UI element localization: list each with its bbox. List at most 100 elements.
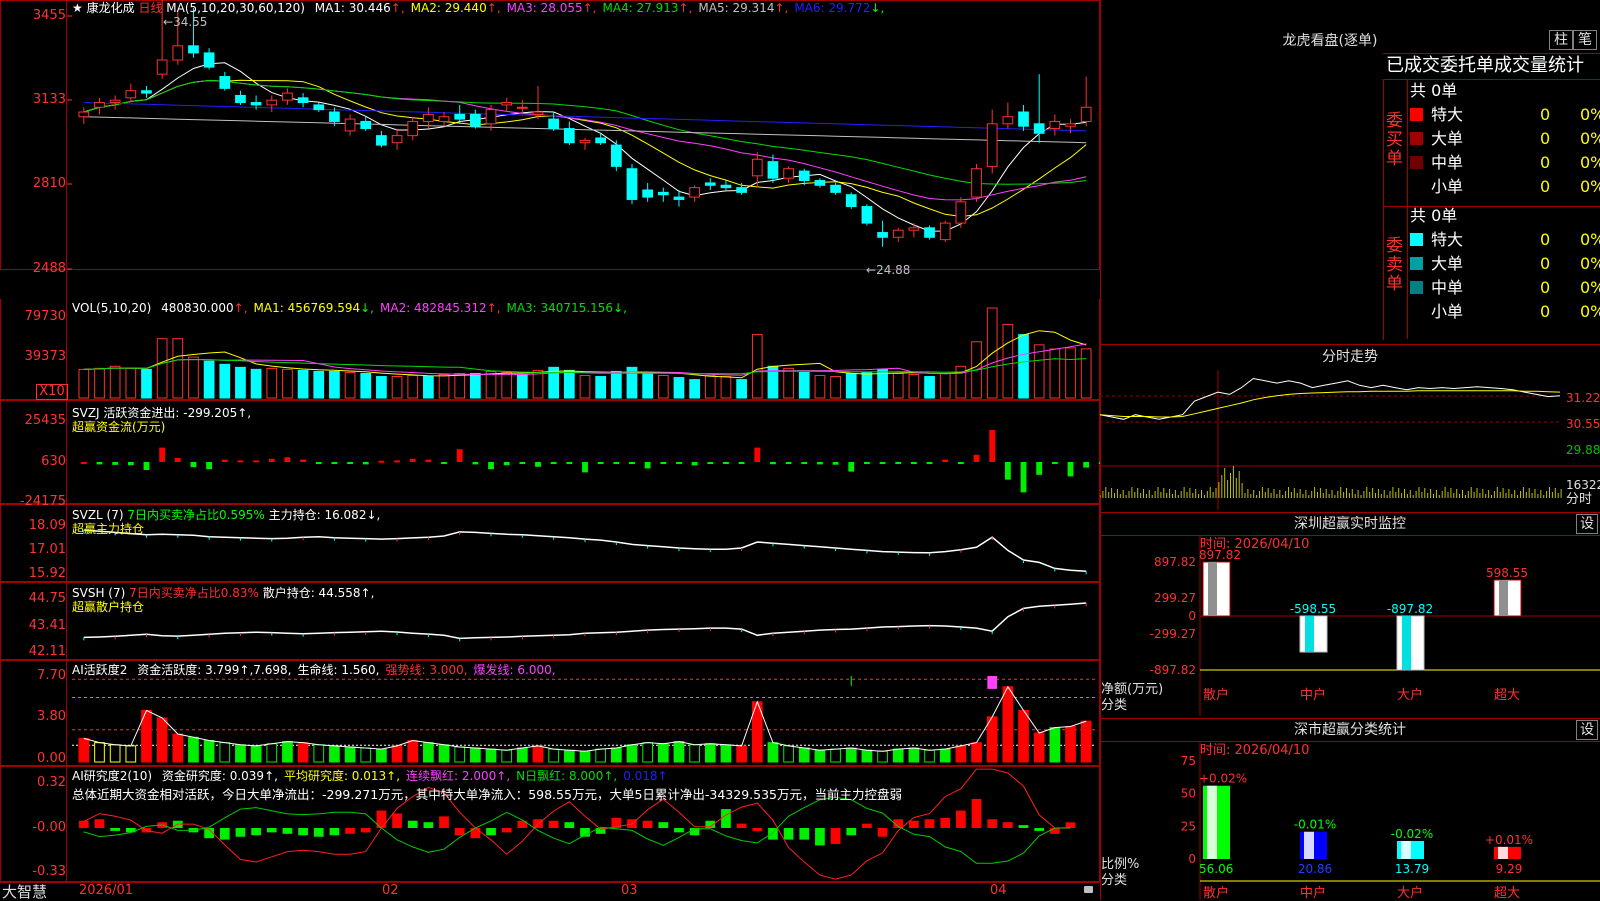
ai2-bar (407, 820, 418, 828)
sz-settings-button[interactable]: 设 (1576, 514, 1598, 534)
fenshi-axis-2: 30.55 (1566, 417, 1600, 431)
ai1-bar (109, 744, 121, 763)
svsh-header: SVSH (7) 7日内买卖净占比0.83% 散户持仓: 44.558↑, (72, 586, 375, 600)
ai1-bar (861, 749, 873, 763)
star-icon[interactable]: ★ (72, 1, 83, 15)
candle-body (485, 109, 497, 125)
ai1-item-1: 资金活跃度: 3.799↑,7.698, (137, 663, 292, 677)
lock-icon[interactable] (1084, 886, 1093, 893)
stats-vertical-divider (1407, 80, 1408, 339)
vol-params: VOL(5,10,20) (72, 301, 152, 315)
ma-item-5: MA5: 29.314 (698, 1, 775, 15)
candle-body (579, 139, 591, 144)
ai2-axis-3: -0.33 (32, 864, 66, 879)
fenshi-chart[interactable] (1100, 370, 1600, 510)
sell-row-name: 特大 (1431, 230, 1464, 249)
volume-bar (125, 367, 137, 399)
ai2-bar (877, 828, 888, 837)
sz-bar-value: -897.82 (1387, 602, 1433, 616)
ai2-bar (501, 828, 512, 833)
volume-bar (329, 370, 340, 399)
ss-change-label: -0.01% (1294, 818, 1336, 832)
sell-row-name: 小单 (1431, 302, 1464, 321)
volume-bar (423, 376, 434, 399)
ai1-bar (313, 744, 325, 763)
ai1-bar (250, 745, 262, 763)
svzj-bar (96, 462, 103, 465)
annotation-low: ←24.88 (866, 263, 911, 277)
ai2-bar (909, 820, 919, 828)
ai2-bar (815, 828, 825, 846)
ai2-bar (360, 828, 371, 833)
ss-axis-label: 50 (1181, 787, 1196, 801)
ai2-bar (298, 828, 308, 836)
svzj-bar (707, 462, 714, 464)
svzj-bar (691, 462, 698, 466)
candle-body (830, 184, 841, 193)
ss-bar-stripe (1498, 846, 1508, 859)
price-axis-2: 3133 (32, 92, 66, 107)
ai1-bar (470, 747, 481, 763)
ai2-bar (1049, 828, 1060, 834)
sz-category: 中户 (1300, 687, 1326, 703)
ai2-bar (78, 820, 89, 828)
svzj-bar (1036, 462, 1043, 475)
ss-chart[interactable]: 75 50 25 0 +0.02% 56.06 散户 -0.01% 20.86 中户 -0.02% 1… (1100, 742, 1600, 900)
candle-body (188, 45, 199, 54)
ai2-bar (548, 820, 559, 828)
svzj-subtitle: 超赢资金流(万元) (72, 420, 166, 434)
sz-chart[interactable]: 897.82 299.27 0 -299.27 -897.82 897.82 散户 -598.… (1100, 536, 1600, 716)
ai1-bar (297, 742, 309, 763)
ai2-bar (862, 823, 872, 828)
ai2-bar (830, 828, 841, 844)
candle-body (939, 222, 951, 241)
sell-row-pct: 0% (1580, 278, 1600, 297)
candle-body (642, 189, 654, 198)
main-chart-svg[interactable] (0, 0, 1100, 900)
ss-change-label: +0.01% (1485, 833, 1533, 847)
sell-row: 中单 0 0% (1410, 277, 1600, 299)
volume-bar (751, 334, 763, 399)
svzj-bar (582, 462, 588, 473)
volume-bar (1065, 347, 1076, 399)
candle-body (798, 170, 810, 182)
sell-row-pct: 0% (1580, 230, 1600, 249)
svzj-bar (221, 459, 228, 462)
svzj-bar (848, 462, 855, 472)
candle-body (720, 184, 732, 189)
tick-mode-button[interactable]: 笔 (1573, 30, 1597, 50)
candle-body (610, 144, 622, 167)
svzj-bar (300, 459, 307, 462)
svzj-bar (863, 462, 870, 464)
ss-change-label: -0.02% (1391, 827, 1433, 841)
svzj-bar (488, 462, 494, 470)
sell-row-pct: 0% (1580, 302, 1600, 321)
ai2-bar (439, 816, 449, 828)
volume-bar (736, 379, 747, 399)
color-swatch (1410, 257, 1423, 270)
ai2-bar (783, 828, 794, 840)
ai1-bar (235, 744, 246, 763)
period-label[interactable]: 日线 (138, 1, 162, 15)
bar-mode-button[interactable]: 柱 (1549, 30, 1573, 50)
svzj-bar (613, 462, 620, 464)
sz-bar-stripe (1305, 616, 1314, 653)
stock-name: 康龙化成 (86, 1, 135, 15)
fenshi-unit: 分时 (1566, 492, 1593, 507)
ss-bar-stripe (1207, 785, 1217, 859)
ss-settings-button[interactable]: 设 (1576, 720, 1598, 740)
ss-value-label: 9.29 (1496, 862, 1523, 876)
candle-body (1049, 120, 1061, 130)
sz-axis-label: 897.82 (1154, 555, 1196, 569)
candle-body (751, 158, 763, 177)
ai2-summary: 总体近期大资金相对活跃，今日大单净流出：-299.271万元，其中特大单净流入：… (72, 787, 903, 802)
price-axis-4: 2488 (32, 261, 66, 276)
color-swatch (1410, 108, 1423, 121)
svzj-bar (80, 462, 87, 464)
ai2-bar (235, 828, 246, 837)
candle-body (156, 59, 168, 75)
candle-body (250, 102, 262, 106)
candle-body (109, 99, 121, 104)
volume-bar (673, 377, 685, 399)
svzj-bar (942, 459, 949, 462)
